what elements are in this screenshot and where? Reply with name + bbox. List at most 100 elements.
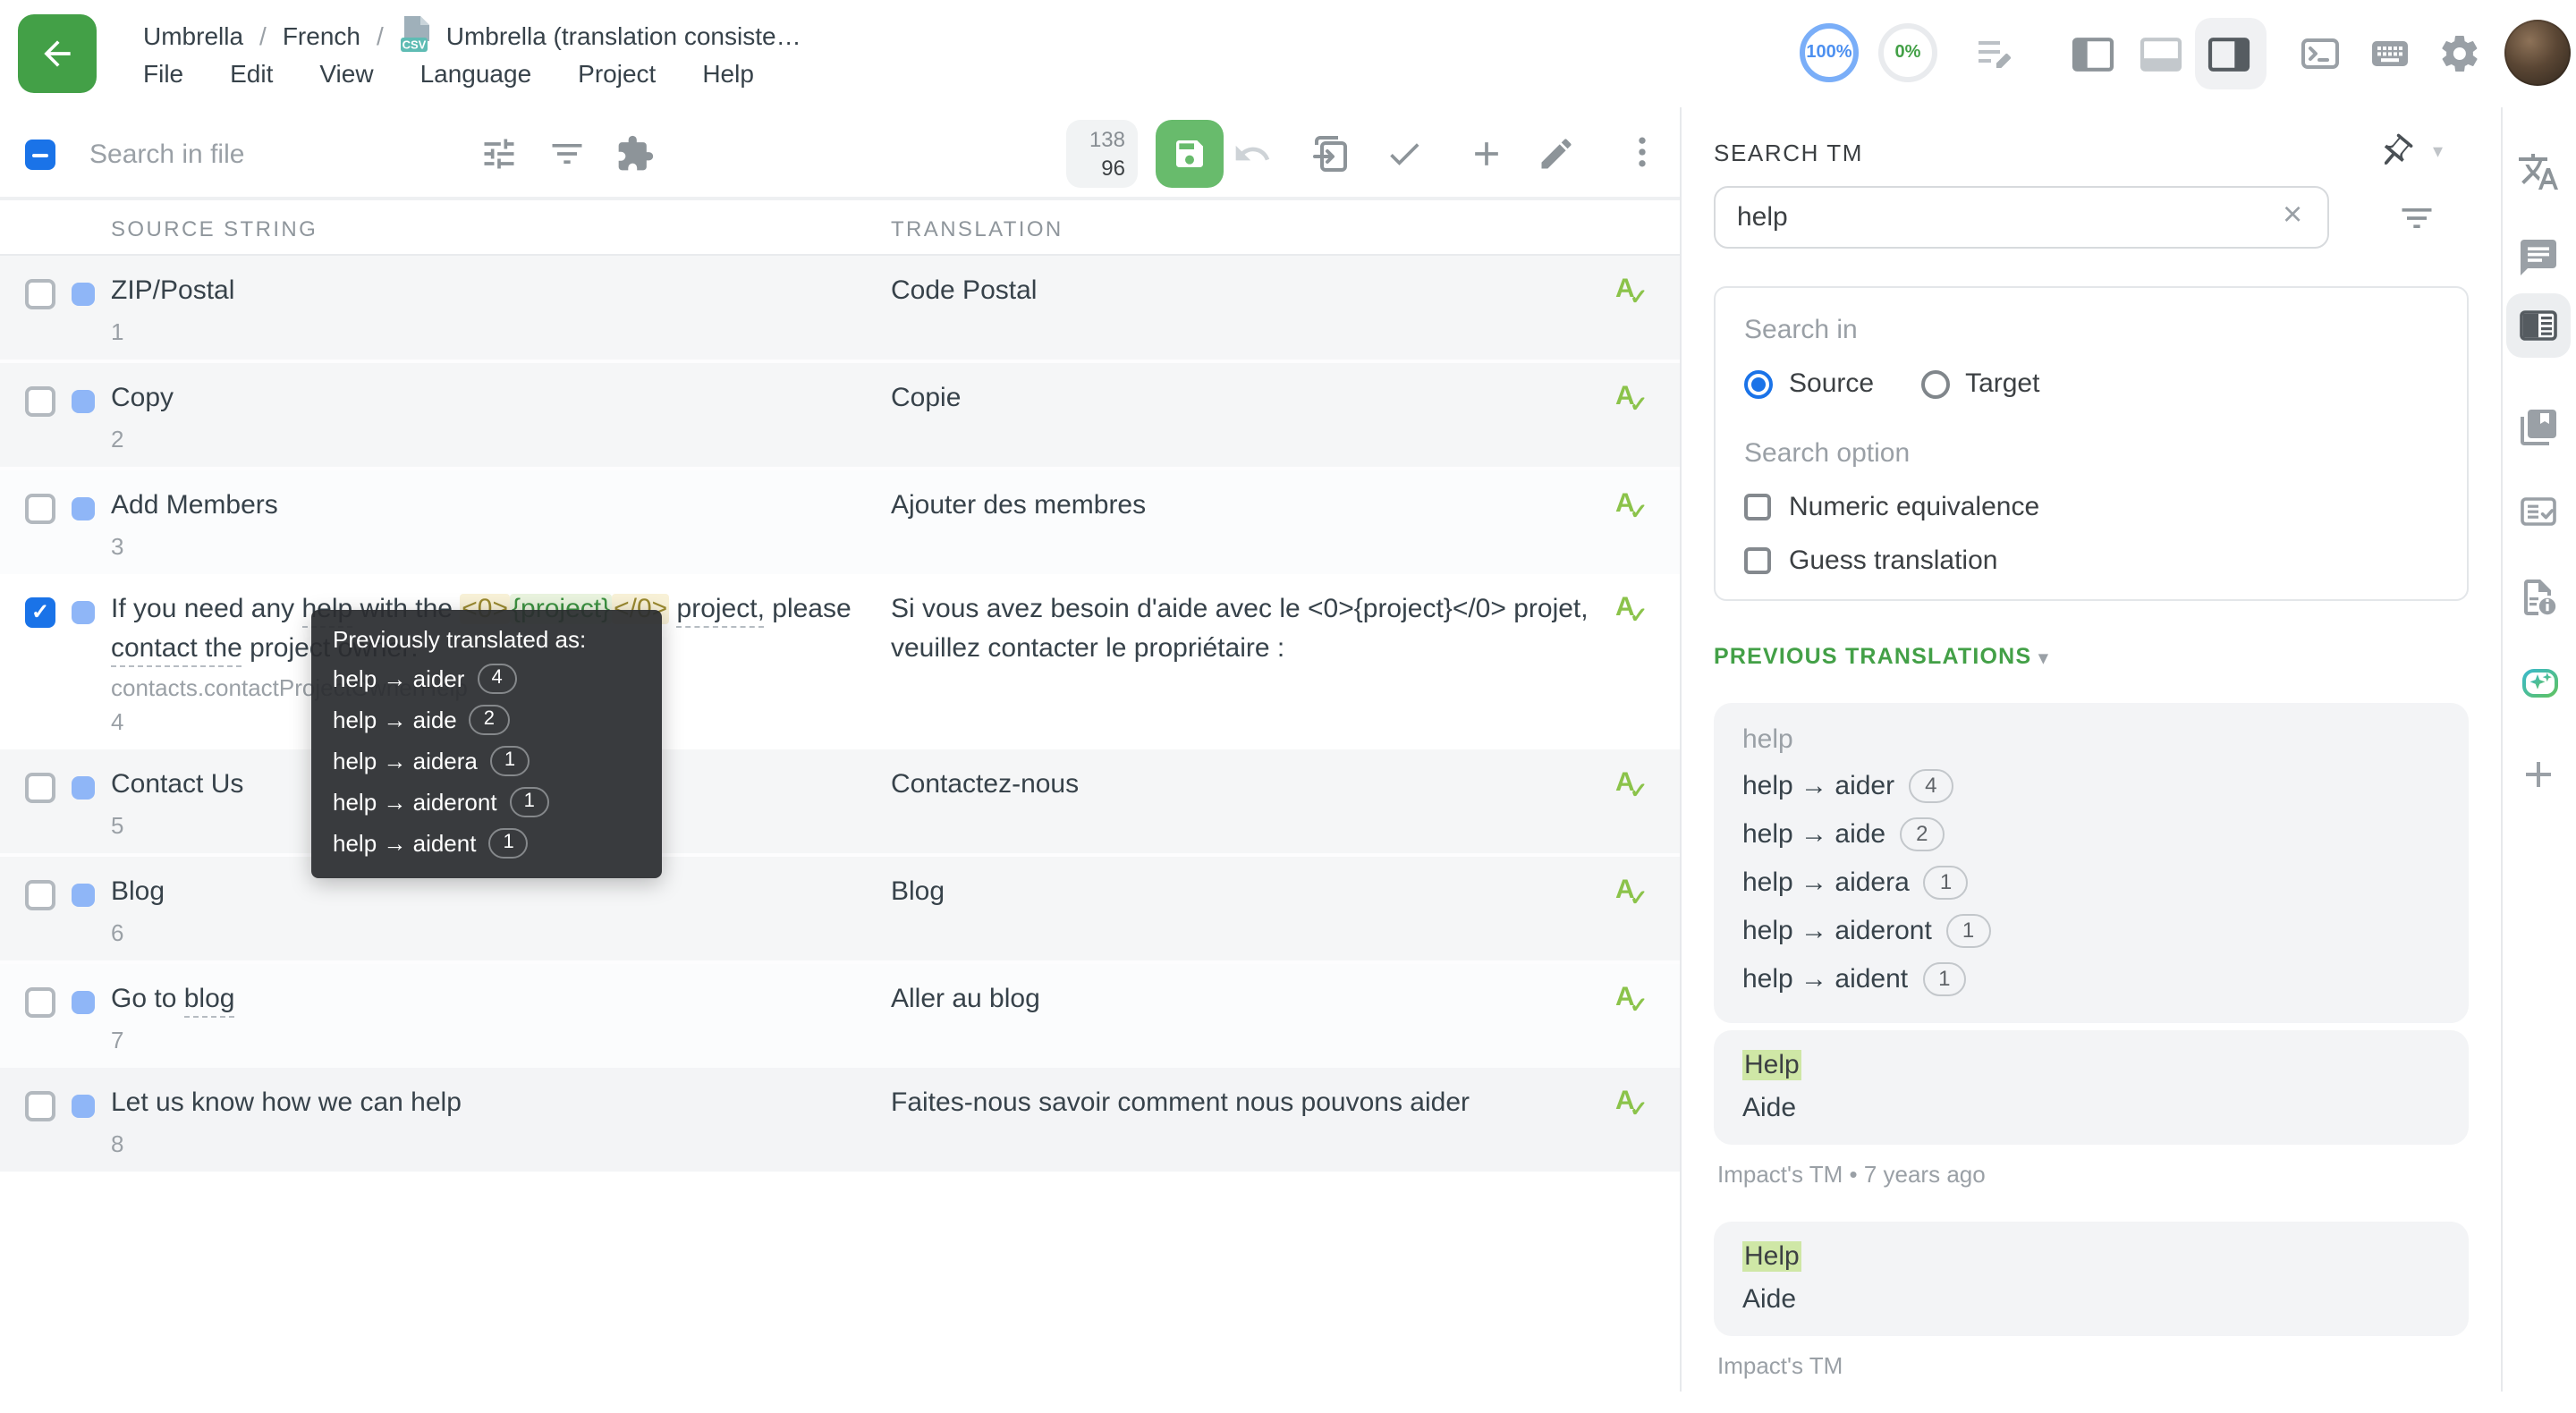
string-counter-total: 138: [1066, 125, 1125, 154]
table-row[interactable]: Let us know how we can help 8 Faites-nou…: [0, 1068, 1680, 1172]
tm-match-source: Help: [1742, 1241, 2440, 1272]
menu-item[interactable]: View: [319, 59, 373, 88]
layout-left-panel-icon[interactable]: [2070, 36, 2116, 73]
glossary-tab-icon[interactable]: [2517, 406, 2560, 449]
user-avatar[interactable]: [2504, 20, 2571, 86]
search-in-radios: Source Target: [1744, 368, 2438, 399]
table-row[interactable]: Copy 2 Copie A✓: [0, 363, 1680, 470]
approve-check-icon[interactable]: [1385, 134, 1424, 173]
translated-progress-badge[interactable]: 100%: [1800, 23, 1859, 82]
console-icon[interactable]: [2299, 32, 2342, 75]
tm-match: Help Aide Impact's TM • 7 years ago: [1714, 1030, 2469, 1188]
row-checkbox[interactable]: [25, 1091, 55, 1121]
settings-gear-icon[interactable]: [2438, 32, 2481, 75]
string-counter: 138 96: [1066, 120, 1138, 188]
tm-panel-tab-icon[interactable]: [2517, 304, 2560, 347]
votes-tab-icon[interactable]: [2517, 490, 2560, 533]
row-checkbox[interactable]: [25, 987, 55, 1018]
search-options-box: Search in Source Target Search option Nu…: [1714, 286, 2469, 601]
panel-title: SEARCH TM: [1714, 140, 1863, 166]
status-icon: [72, 601, 95, 624]
table-row[interactable]: Blog 6 Blog A✓: [0, 857, 1680, 964]
add-panel-icon[interactable]: [2517, 753, 2560, 796]
layout-bottom-panel-icon[interactable]: [2138, 36, 2184, 73]
undo-icon[interactable]: [1233, 134, 1272, 173]
edit-list-icon[interactable]: [1973, 32, 2016, 75]
previous-translation-item[interactable]: help → aident 1: [1742, 962, 2440, 996]
menu-item[interactable]: Edit: [230, 59, 273, 88]
table-row[interactable]: ZIP/Postal 1 Code Postal A✓: [0, 256, 1680, 363]
keyboard-shortcuts-icon[interactable]: [2368, 32, 2411, 75]
menu-item[interactable]: File: [143, 59, 183, 88]
side-rail: [2503, 107, 2576, 1392]
translate-tab-icon[interactable]: [2517, 150, 2560, 193]
menu-item[interactable]: Project: [578, 59, 656, 88]
breadcrumb-file[interactable]: CSV Umbrella (translation consiste…: [400, 16, 801, 54]
tm-filter-icon[interactable]: [2397, 199, 2436, 238]
previous-translation-item[interactable]: help → aider 4: [1742, 769, 2440, 803]
previous-pair: help → aider: [1742, 771, 1894, 801]
row-checkbox[interactable]: [25, 279, 55, 309]
table-row[interactable]: Go to blog 7 Aller au blog A✓: [0, 964, 1680, 1068]
previous-translation-item[interactable]: help → aide 2: [1742, 817, 2440, 851]
checkbox-icon: [1744, 494, 1771, 520]
filter-strings-icon[interactable]: [547, 134, 587, 173]
tm-matches: Help Aide Impact's TM • 7 years ago Help…: [1714, 1030, 2469, 1413]
row-checkbox[interactable]: [25, 386, 55, 417]
tm-match-source: Help: [1742, 1050, 2440, 1080]
ai-assistant-tab-icon[interactable]: [2517, 662, 2560, 705]
row-checkbox[interactable]: [25, 494, 55, 524]
clear-search-icon[interactable]: ×: [2283, 195, 2302, 238]
table-row[interactable]: ✓ If you need any help with the <0>{proj…: [0, 574, 1680, 749]
string-id: 5: [111, 812, 1615, 839]
csv-file-icon: CSV: [400, 16, 434, 54]
display-settings-icon[interactable]: [479, 134, 519, 173]
tm-match-box[interactable]: Help Aide: [1714, 1222, 2469, 1336]
panel-menu-caret-icon[interactable]: ▾: [2433, 140, 2443, 163]
back-button[interactable]: [18, 14, 97, 93]
checkbox-option[interactable]: Guess translation: [1744, 546, 2438, 576]
checkbox-label: Guess translation: [1789, 546, 1997, 576]
file-toolbar: 138 96: [0, 107, 1680, 200]
pin-icon[interactable]: [2376, 132, 2415, 172]
select-all-checkbox[interactable]: [25, 140, 55, 170]
checkbox-option[interactable]: Numeric equivalence: [1744, 492, 2438, 522]
search-in-file-input[interactable]: [86, 129, 451, 179]
table-row[interactable]: Contact Us 5 Contactez-nous A✓: [0, 749, 1680, 857]
radio-option[interactable]: Source: [1744, 368, 1874, 399]
plugins-puzzle-icon[interactable]: [615, 134, 655, 173]
breadcrumb-project[interactable]: Umbrella: [143, 21, 243, 49]
radio-option[interactable]: Target: [1920, 368, 2039, 399]
previous-translation-item[interactable]: help → aideront 1: [1742, 914, 2440, 948]
tm-match-box[interactable]: Help Aide: [1714, 1030, 2469, 1145]
previous-translation-item[interactable]: help → aidera 1: [1742, 866, 2440, 900]
tm-match-target: Aide: [1742, 1093, 2440, 1123]
source-string: If you need any help with the <0>{projec…: [111, 590, 880, 669]
file-info-tab-icon[interactable]: [2517, 576, 2560, 619]
spellcheck-approved-icon: A✓: [1615, 381, 1651, 417]
add-string-icon[interactable]: [1467, 134, 1506, 173]
row-checkbox[interactable]: [25, 773, 55, 803]
translation-text: Contactez-nous: [891, 769, 1079, 800]
tm-match-target: Aide: [1742, 1284, 2440, 1315]
breadcrumb-language[interactable]: French: [283, 21, 360, 49]
comments-tab-icon[interactable]: [2517, 236, 2560, 279]
edit-pencil-icon[interactable]: [1537, 134, 1576, 173]
layout-right-panel-icon[interactable]: [2206, 36, 2252, 73]
row-checkbox[interactable]: [25, 880, 55, 910]
previous-translations-header[interactable]: PREVIOUS TRANSLATIONS▾: [1714, 644, 2049, 669]
previous-pair: help → aidera: [1742, 867, 1910, 898]
column-header-source: SOURCE STRING: [111, 216, 318, 241]
radio-icon: [1920, 369, 1949, 398]
status-icon: [72, 497, 95, 520]
translation-text: Ajouter des membres: [891, 490, 1146, 520]
copy-source-icon[interactable]: [1309, 132, 1352, 175]
menu-item[interactable]: Help: [702, 59, 754, 88]
approved-progress-badge[interactable]: 0%: [1878, 23, 1937, 82]
row-checkbox[interactable]: ✓: [25, 597, 55, 628]
tm-search-input[interactable]: [1714, 186, 2329, 249]
more-options-icon[interactable]: [1623, 132, 1662, 172]
menu-item[interactable]: Language: [420, 59, 532, 88]
table-row[interactable]: Add Members 3 Ajouter des membres A✓: [0, 470, 1680, 574]
save-button[interactable]: [1156, 120, 1224, 188]
